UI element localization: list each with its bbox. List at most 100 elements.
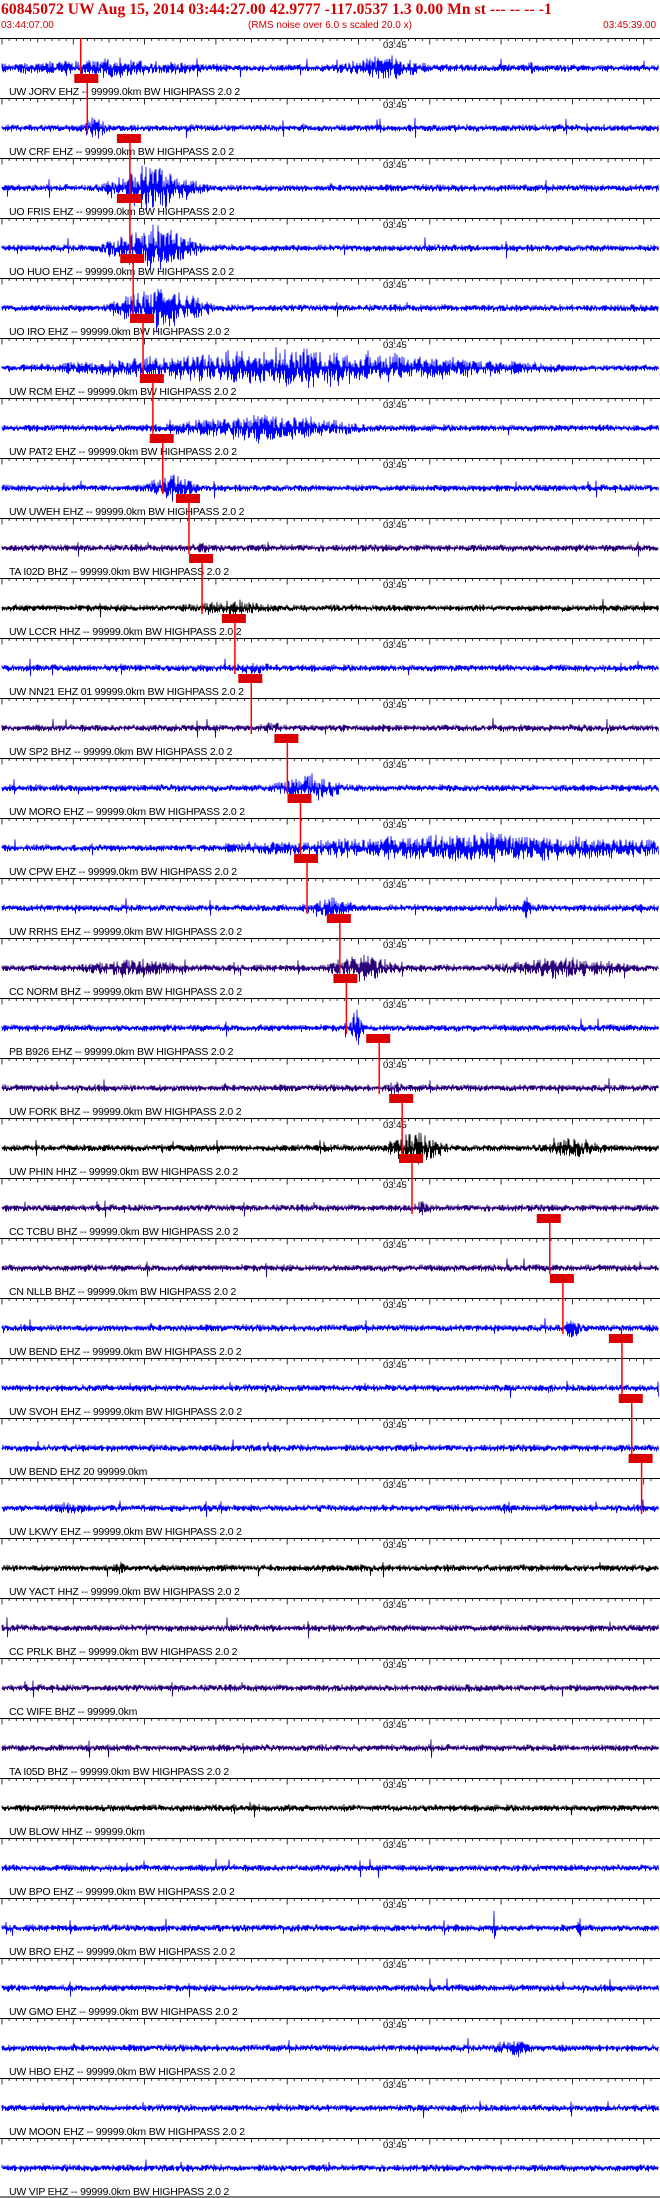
minute-marker-label: 03:45 — [383, 1900, 407, 1911]
station-label: UW PAT2 EHZ -- 99999.0km BW HIGHPASS 2.0… — [9, 446, 237, 458]
pick-marker — [399, 1154, 423, 1163]
waveform — [1, 658, 659, 677]
pick-marker — [221, 614, 246, 623]
seismogram-plot: 03:45 UW JORV EHZ -- 99999.0km BW HIGHPAS… — [0, 38, 660, 2198]
axis-ticks — [1, 458, 652, 465]
pick-marker — [618, 1394, 643, 1403]
station-label: TA I05D BHZ -- 99999.0km BW HIGHPASS 2.0… — [9, 1766, 229, 1778]
station-label: PB B926 EHZ -- 99999.0km BW HIGHPASS 2.0… — [9, 1046, 234, 1058]
axis-ticks — [1, 758, 652, 765]
station-label: CN NLLB BHZ -- 99999.0km BW HIGHPASS 2.0… — [9, 1286, 237, 1298]
waveform — [1, 2038, 659, 2058]
pick-marker — [149, 434, 174, 443]
minute-marker-label: 03:45 — [383, 1300, 407, 1311]
station-label: UW CRF EHZ -- 99999.0km BW HIGHPASS 2.0 … — [9, 146, 234, 158]
minute-marker-label: 03:45 — [383, 1540, 407, 1551]
pick-marker — [238, 674, 263, 683]
minute-marker-label: 03:45 — [383, 2140, 407, 2151]
trace-row: 03:45 UW MOON EHZ -- 99999.0km BW HIGHPAS… — [0, 2078, 660, 2138]
axis-ticks — [1, 1778, 652, 1785]
waveform — [1, 598, 659, 618]
station-label: UW YACT HHZ -- 99999.0km BW HIGHPASS 2.0… — [9, 1586, 240, 1598]
axis-ticks — [1, 1538, 652, 1545]
minute-marker-label: 03:45 — [383, 460, 407, 471]
axis-ticks — [1, 1898, 652, 1905]
axis-ticks — [1, 2018, 652, 2025]
axis-ticks — [1, 398, 652, 405]
station-label: UW BEND EHZ -- 99999.0km BW HIGHPASS 2.0… — [9, 1346, 242, 1358]
axis-ticks — [1, 1118, 652, 1125]
minute-marker-label: 03:45 — [383, 940, 407, 951]
axis-ticks — [1, 698, 652, 705]
waveform — [1, 1561, 659, 1578]
station-label: CC PRLK BHZ -- 99999.0km BW HIGHPASS 2.0… — [9, 1646, 238, 1658]
axis-ticks — [1, 98, 652, 105]
axis-ticks — [1, 1058, 652, 1065]
minute-marker-label: 03:45 — [383, 1780, 407, 1791]
axis-ticks — [1, 518, 652, 525]
minute-marker-label: 03:45 — [383, 40, 407, 51]
minute-marker-label: 03:45 — [383, 820, 407, 831]
waveform — [1, 414, 659, 444]
pick-marker — [549, 1274, 574, 1283]
waveform — [1, 224, 659, 271]
waveform — [1, 1009, 659, 1046]
minute-marker-label: 03:45 — [383, 1240, 407, 1251]
pick-marker — [139, 374, 164, 383]
axis-ticks — [1, 2078, 652, 2085]
axis-ticks — [1, 1598, 652, 1605]
pick-marker — [366, 1034, 391, 1043]
minute-marker-label: 03:45 — [383, 700, 407, 711]
minute-marker-label: 03:45 — [383, 1120, 407, 1131]
minute-marker-label: 03:45 — [383, 1060, 407, 1071]
minute-marker-label: 03:45 — [383, 160, 407, 171]
axis-ticks — [1, 1238, 652, 1245]
waveform — [1, 1499, 659, 1518]
axis-ticks — [1, 1478, 652, 1485]
minute-marker-label: 03:45 — [383, 760, 407, 771]
trace-row: 03:45 UW GMO EHZ -- 99999.0km BW HIGHPASS… — [0, 1958, 660, 2018]
station-label: UO FRIS EHZ -- 99999.0km BW HIGHPASS 2.0… — [9, 206, 235, 218]
station-label: UW RRHS EHZ -- 99999.0km BW HIGHPASS 2.0… — [9, 926, 242, 938]
minute-marker-label: 03:45 — [383, 580, 407, 591]
axis-ticks — [1, 638, 652, 645]
station-label: UW PHIN HHZ -- 99999.0km BW HIGHPASS 2.0… — [9, 1166, 238, 1178]
trace-row: 03:45 UW BRO EHZ -- 99999.0km BW HIGHPASS… — [0, 1898, 660, 1958]
trace-row: 03:45 UW JORV EHZ -- 99999.0km BW HIGHPAS… — [0, 38, 660, 98]
minute-marker-label: 03:45 — [383, 1600, 407, 1611]
waveform — [1, 1858, 659, 1878]
station-label: UW UWEH EHZ -- 99999.0km BW HIGHPASS 2.0… — [9, 506, 245, 518]
station-label: CC WIFE BHZ -- 99999.0km — [9, 1706, 138, 1718]
waveform — [1, 55, 659, 80]
minute-marker-label: 03:45 — [383, 1480, 407, 1491]
pick-marker — [287, 794, 312, 803]
station-label: UW VIP EHZ -- 99999.0km BW HIGHPASS 2.0 … — [9, 2186, 230, 2198]
station-label: UW BLOW HHZ -- 99999.0km — [9, 1826, 145, 1838]
waveform — [1, 165, 659, 210]
station-label: CC TCBU BHZ -- 99999.0km BW HIGHPASS 2.0… — [9, 1226, 239, 1238]
end-time-label: 03:45:39.00 — [603, 20, 656, 31]
waveform — [1, 1439, 659, 1453]
station-label: UW FORK BHZ -- 99999.0km BW HIGHPASS 2.0… — [9, 1106, 242, 1118]
pick-marker — [333, 974, 358, 983]
waveform — [1, 2159, 659, 2173]
axis-ticks — [1, 158, 652, 165]
station-label: UO IRO EHZ -- 99999.0km BW HIGHPASS 2.0 … — [9, 326, 230, 338]
pick-marker — [389, 1094, 414, 1103]
station-label: UW SVOH EHZ -- 99999.0km BW HIGHPASS 2.0… — [9, 1406, 242, 1418]
axis-ticks — [1, 1418, 652, 1425]
station-label: UW SP2 BHZ -- 99999.0km BW HIGHPASS 2.0 … — [9, 746, 233, 758]
station-label: UW MOON EHZ -- 99999.0km BW HIGHPASS 2.0… — [9, 2126, 245, 2138]
minute-marker-label: 03:45 — [383, 1420, 407, 1431]
waveform — [1, 717, 659, 738]
trace-row: 03:45 CC WIFE BHZ -- 99999.0km — [0, 1658, 660, 1718]
axis-ticks — [1, 938, 652, 945]
minute-marker-label: 03:45 — [383, 340, 407, 351]
axis-ticks — [1, 1838, 652, 1845]
pick-marker — [175, 494, 200, 503]
axis-ticks — [1, 1958, 652, 1965]
rms-note: (RMS noise over 6.0 s scaled 20.0 x) — [248, 20, 412, 31]
waveform — [1, 1078, 659, 1095]
minute-marker-label: 03:45 — [383, 1720, 407, 1731]
station-label: UW LKWY EHZ -- 99999.0km BW HIGHPASS 2.0… — [9, 1526, 242, 1538]
